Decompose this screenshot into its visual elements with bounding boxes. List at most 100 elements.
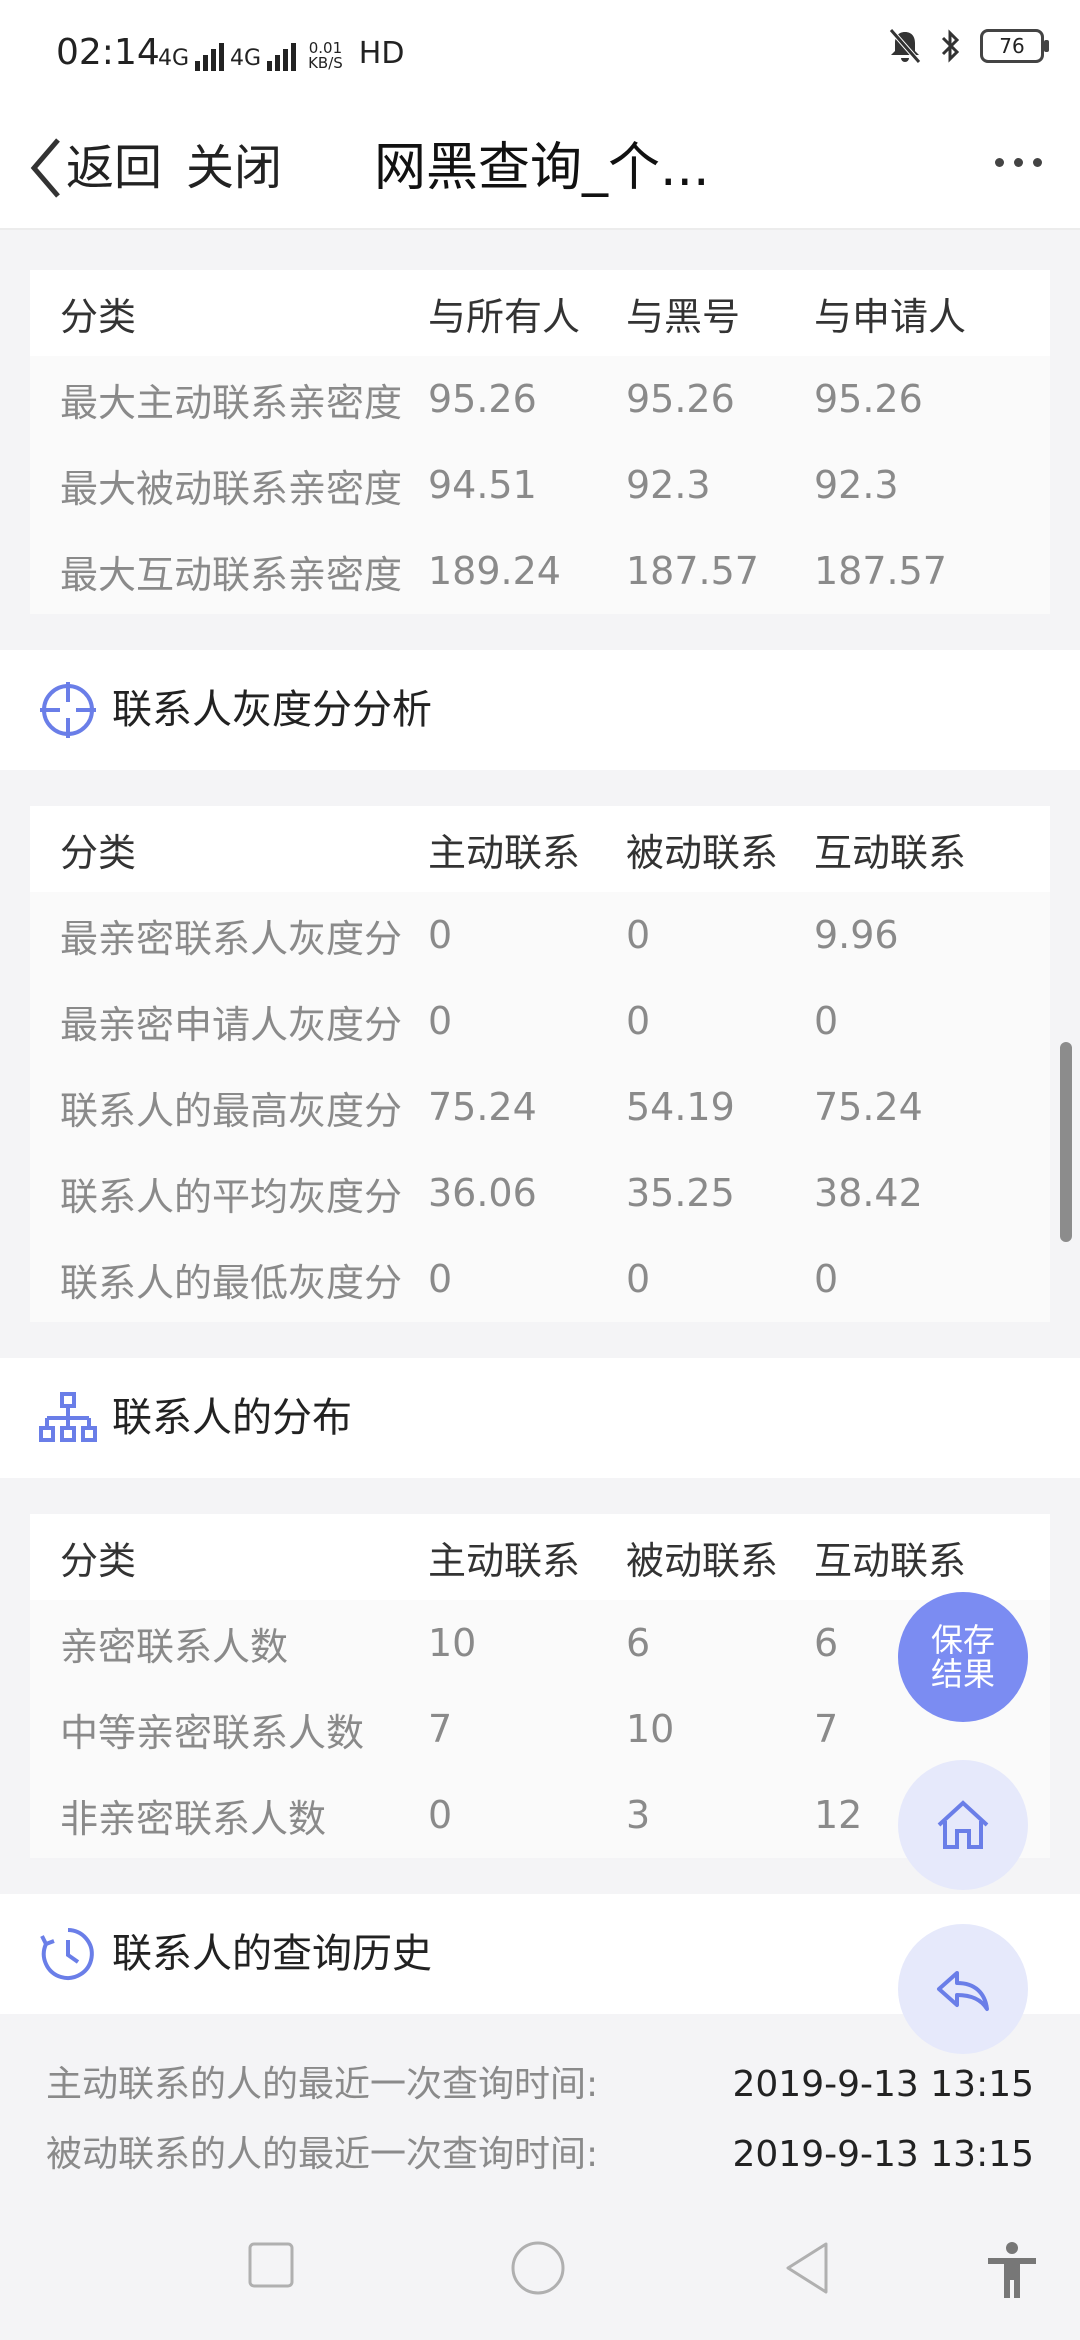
battery-indicator: 76: [980, 29, 1049, 63]
cell-value: 0: [428, 892, 626, 978]
row-label: 最大主动联系亲密度: [30, 356, 428, 442]
cell-value: 36.06: [428, 1150, 626, 1236]
history-timestamp: 2019-9-13 13:15: [732, 2064, 1035, 2105]
top-navigation-bar: 返回 关闭 网黑查询_个...: [0, 108, 1080, 230]
table-header-row: 分类 主动联系 被动联系 互动联系: [30, 806, 1050, 892]
row-label: 联系人的最低灰度分: [30, 1236, 428, 1322]
intimacy-table: 分类 与所有人 与黑号 与申请人 最大主动联系亲密度 95.26 95.26 9…: [30, 270, 1050, 614]
table-row: 最大主动联系亲密度 95.26 95.26 95.26: [30, 356, 1050, 442]
network-speed: 0.01 KB/S: [308, 41, 343, 71]
column-header: 与所有人: [428, 270, 626, 356]
table-row: 亲密联系人数 10 6 6: [30, 1600, 1050, 1686]
accessibility-icon[interactable]: [984, 2240, 1040, 2300]
signal-2-label: 4G: [230, 46, 262, 71]
cell-value: 187.57: [626, 528, 814, 614]
cell-value: 10: [626, 1686, 814, 1772]
home-button[interactable]: [898, 1760, 1028, 1890]
cell-value: 0: [428, 1236, 626, 1322]
signal-indicators: 4G 4G 0.01 KB/S HD: [158, 36, 404, 71]
cell-value: 6: [626, 1600, 814, 1686]
section-title: 联系人的分布: [112, 1395, 352, 1441]
cell-value: 92.3: [626, 442, 814, 528]
cell-value: 7: [428, 1686, 626, 1772]
column-header: 分类: [30, 270, 428, 356]
cell-value: 95.26: [428, 356, 626, 442]
table-header-row: 分类 主动联系 被动联系 互动联系: [30, 1514, 1050, 1600]
history-label: 被动联系的人的最近一次查询时间:: [46, 2134, 599, 2175]
query-history-list: 主动联系的人的最近一次查询时间: 2019-9-13 13:15 被动联系的人的…: [0, 2014, 1080, 2190]
column-header: 与申请人: [814, 270, 1050, 356]
status-right: 76: [888, 28, 1049, 64]
row-label: 亲密联系人数: [30, 1600, 428, 1686]
section-title: 联系人灰度分分析: [112, 687, 432, 733]
signal-1-icon: [195, 41, 225, 71]
back-button[interactable]: 返回: [66, 130, 162, 206]
signal-1-label: 4G: [158, 46, 190, 71]
home-circle-icon[interactable]: [510, 2240, 566, 2296]
cell-value: 35.25: [626, 1150, 814, 1236]
table-row: 中等亲密联系人数 7 10 7: [30, 1686, 1050, 1772]
column-header: 主动联系: [428, 1514, 626, 1600]
report-content: 分类 与所有人 与黑号 与申请人 最大主动联系亲密度 95.26 95.26 9…: [0, 230, 1080, 2190]
table-header-row: 分类 与所有人 与黑号 与申请人: [30, 270, 1050, 356]
close-button[interactable]: 关闭: [186, 130, 282, 206]
table-row: 联系人的最低灰度分 0 0 0: [30, 1236, 1050, 1322]
row-label: 最亲密联系人灰度分: [30, 892, 428, 978]
column-header: 与黑号: [626, 270, 814, 356]
bluetooth-icon: [941, 29, 960, 63]
section-header-gray-score: 联系人灰度分分析: [0, 650, 1080, 770]
reply-back-button[interactable]: [898, 1924, 1028, 2054]
history-clock-icon: [40, 1928, 94, 1980]
table-row: 最大被动联系亲密度 94.51 92.3 92.3: [30, 442, 1050, 528]
org-chart-icon: [39, 1392, 97, 1442]
page-title: 网黑查询_个...: [374, 138, 710, 198]
reply-arrow-icon: [937, 1971, 989, 2011]
network-speed-unit: KB/S: [308, 54, 343, 72]
signal-2-icon: [267, 41, 297, 71]
row-label: 联系人的最高灰度分: [30, 1064, 428, 1150]
cell-value: 0: [626, 892, 814, 978]
column-header: 互动联系: [814, 1514, 1050, 1600]
mute-bell-icon: [889, 28, 921, 64]
cell-value: 0: [428, 1772, 626, 1858]
cell-value: 3: [626, 1772, 814, 1858]
section-header-distribution: 联系人的分布: [0, 1358, 1080, 1478]
row-label: 中等亲密联系人数: [30, 1686, 428, 1772]
back-triangle-icon[interactable]: [782, 2240, 832, 2296]
cell-value: 54.19: [626, 1064, 814, 1150]
save-result-button[interactable]: 保存 结果: [898, 1592, 1028, 1722]
cell-value: 0: [814, 1236, 1050, 1322]
row-label: 最大被动联系亲密度: [30, 442, 428, 528]
table-row: 最亲密联系人灰度分 0 0 9.96: [30, 892, 1050, 978]
gray-score-table-card: 分类 主动联系 被动联系 互动联系 最亲密联系人灰度分 0 0 9.96 最亲密…: [30, 806, 1050, 1322]
column-header: 分类: [30, 1514, 428, 1600]
table-row: 非亲密联系人数 0 3 12: [30, 1772, 1050, 1858]
save-result-label-line1: 保存: [930, 1621, 995, 1659]
list-item: 主动联系的人的最近一次查询时间: 2019-9-13 13:15: [46, 2050, 1034, 2120]
cell-value: 0: [814, 978, 1050, 1064]
cell-value: 94.51: [428, 442, 626, 528]
column-header: 分类: [30, 806, 428, 892]
cell-value: 75.24: [814, 1064, 1050, 1150]
table-row: 联系人的平均灰度分 36.06 35.25 38.42: [30, 1150, 1050, 1236]
row-label: 最亲密申请人灰度分: [30, 978, 428, 1064]
table-row: 联系人的最高灰度分 75.24 54.19 75.24: [30, 1064, 1050, 1150]
scrollbar-thumb[interactable]: [1060, 1042, 1072, 1242]
section-title: 联系人的查询历史: [112, 1931, 432, 1977]
column-header: 互动联系: [814, 806, 1050, 892]
table-row: 最亲密申请人灰度分 0 0 0: [30, 978, 1050, 1064]
status-time: 02:14: [56, 32, 160, 73]
more-options-icon[interactable]: [985, 148, 1052, 177]
save-result-label-line2: 结果: [930, 1655, 995, 1693]
hd-indicator: HD: [358, 36, 405, 71]
intimacy-table-card: 分类 与所有人 与黑号 与申请人 最大主动联系亲密度 95.26 95.26 9…: [30, 270, 1050, 614]
cell-value: 189.24: [428, 528, 626, 614]
table-row: 最大互动联系亲密度 189.24 187.57 187.57: [30, 528, 1050, 614]
cell-value: 92.3: [814, 442, 1050, 528]
recent-apps-icon[interactable]: [246, 2240, 296, 2290]
home-icon: [937, 1800, 989, 1849]
cell-value: 75.24: [428, 1064, 626, 1150]
column-header: 主动联系: [428, 806, 626, 892]
cell-value: 9.96: [814, 892, 1050, 978]
status-bar: 02:14 4G 4G 0.01 KB/S HD 76: [0, 0, 1080, 108]
